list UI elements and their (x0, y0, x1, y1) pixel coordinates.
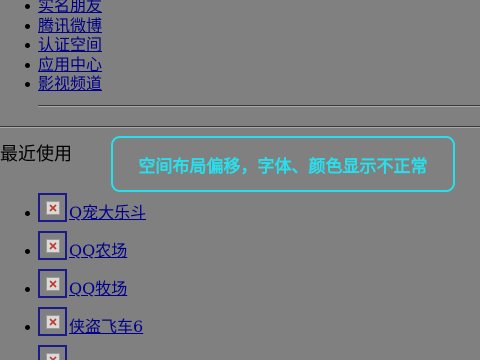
x-mark-icon (48, 279, 57, 288)
bullet (25, 211, 30, 216)
nav-list: 实名朋友 腾讯微博 认证空间 应用中心 影视频道 (22, 0, 102, 94)
broken-image-placeholder (45, 314, 60, 329)
nav-item-video-channel: 影视频道 (22, 74, 102, 94)
nav-item-tencent-weibo: 腾讯微博 (22, 16, 102, 36)
app-item: QQ农场 (22, 224, 146, 262)
bullet (25, 23, 30, 29)
x-mark-icon (48, 203, 57, 212)
bullet (25, 82, 30, 87)
app-item: QQ牧场 (22, 262, 146, 300)
annotation-callout: 空间布局偏移，字体、颜色显示不正常 (111, 136, 455, 192)
nav-link-app-center[interactable]: 应用中心 (38, 55, 102, 74)
broken-image-placeholder (45, 352, 60, 360)
app-link-qq-farm[interactable]: QQ农场 (69, 242, 127, 260)
nav-link-real-name-friends[interactable]: 实名朋友 (38, 0, 102, 15)
x-mark-icon (48, 355, 57, 360)
app-link-qq-ranch[interactable]: QQ牧场 (69, 280, 127, 298)
nav-link-verified-space[interactable]: 认证空间 (38, 35, 102, 54)
annotation-text: 空间布局偏移，字体、颜色显示不正常 (138, 156, 428, 177)
broken-image-icon[interactable] (38, 307, 67, 336)
x-mark-icon (48, 241, 57, 250)
x-mark-icon (48, 317, 57, 326)
app-link-q-pet[interactable]: Q宠大乐斗 (69, 204, 146, 222)
page: 实名朋友 腾讯微博 认证空间 应用中心 影视频道 最近使用 Q宠大乐斗 QQ农场… (0, 0, 480, 360)
bullet (25, 62, 30, 68)
nav-link-video-channel[interactable]: 影视频道 (38, 74, 102, 93)
broken-image-icon[interactable] (38, 269, 67, 298)
nav-divider (38, 105, 480, 107)
app-link-gta6[interactable]: 侠盗飞车6 (69, 318, 143, 336)
broken-image-icon[interactable] (38, 231, 67, 260)
nav-link-tencent-weibo[interactable]: 腾讯微博 (38, 16, 102, 35)
broken-image-icon[interactable] (38, 345, 67, 360)
bullet (25, 4, 30, 9)
nav-item-verified-space: 认证空间 (22, 35, 102, 55)
broken-image-placeholder (45, 200, 60, 215)
nav-item-real-name-friends: 实名朋友 (22, 0, 102, 16)
broken-image-placeholder (45, 238, 60, 253)
app-item: 侠盗飞车6 (22, 300, 146, 338)
app-item (22, 338, 146, 360)
broken-image-icon[interactable] (38, 193, 67, 222)
nav-item-app-center: 应用中心 (22, 55, 102, 75)
recent-apps-list: Q宠大乐斗 QQ农场 QQ牧场 侠盗飞车6 (22, 186, 146, 360)
bullet (25, 287, 30, 292)
broken-image-placeholder (45, 276, 60, 291)
recent-heading: 最近使用 (0, 144, 72, 165)
bullet (25, 43, 30, 48)
bullet (25, 249, 30, 254)
section-divider (0, 126, 480, 128)
bullet (25, 325, 30, 330)
